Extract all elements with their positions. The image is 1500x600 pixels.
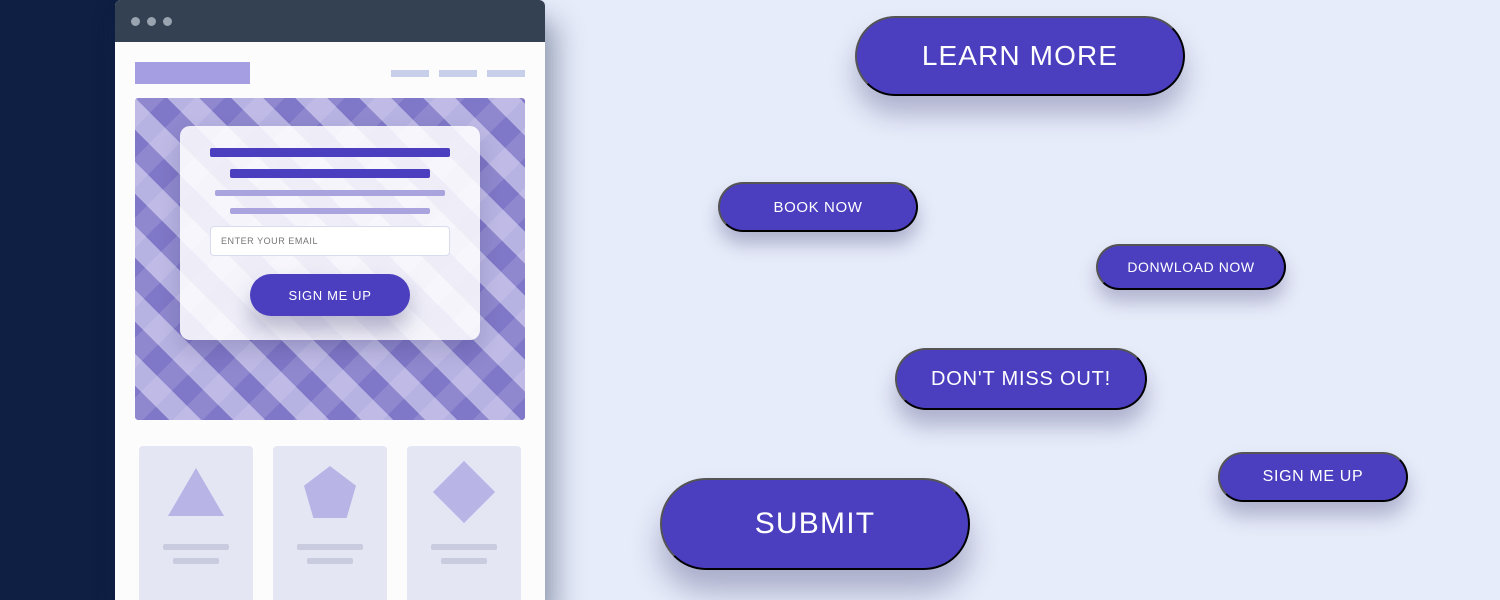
placeholder-line (307, 558, 354, 564)
site-header (135, 56, 525, 98)
site-nav (391, 70, 525, 77)
signup-card: SIGN ME UP (180, 126, 480, 340)
placeholder-line (431, 544, 498, 550)
placeholder-line (163, 544, 230, 550)
sign-me-up-button[interactable]: SIGN ME UP (250, 274, 410, 316)
window-dot-icon (163, 17, 172, 26)
browser-window: SIGN ME UP (115, 0, 545, 600)
hero-section: SIGN ME UP (135, 98, 525, 420)
subline-bar (215, 190, 445, 196)
browser-titlebar (115, 0, 545, 42)
headline-bar (230, 169, 430, 178)
download-now-button[interactable]: DONWLOAD NOW (1096, 244, 1286, 290)
subline-bar (230, 208, 430, 214)
dont-miss-out-button[interactable]: DON'T MISS OUT! (895, 348, 1147, 410)
email-input[interactable] (210, 226, 450, 256)
window-dot-icon (131, 17, 140, 26)
feature-row (135, 420, 525, 600)
window-dot-icon (147, 17, 156, 26)
placeholder-line (173, 558, 220, 564)
nav-item[interactable] (391, 70, 429, 77)
stage: SIGN ME UP (0, 0, 1500, 600)
feature-tile[interactable] (139, 446, 253, 600)
book-now-button[interactable]: BOOK NOW (718, 182, 918, 232)
nav-item[interactable] (487, 70, 525, 77)
placeholder-line (297, 544, 364, 550)
submit-button[interactable]: SUBMIT (660, 478, 970, 570)
headline-bar (210, 148, 450, 157)
diamond-icon (434, 462, 494, 522)
placeholder-line (441, 558, 488, 564)
page-body: SIGN ME UP (115, 42, 545, 600)
pentagon-icon (300, 462, 360, 522)
site-logo[interactable] (135, 62, 250, 84)
feature-tile[interactable] (273, 446, 387, 600)
triangle-icon (166, 462, 226, 522)
sign-me-up-button[interactable]: SIGN ME UP (1218, 452, 1408, 502)
learn-more-button[interactable]: LEARN MORE (855, 16, 1185, 96)
nav-item[interactable] (439, 70, 477, 77)
feature-tile[interactable] (407, 446, 521, 600)
